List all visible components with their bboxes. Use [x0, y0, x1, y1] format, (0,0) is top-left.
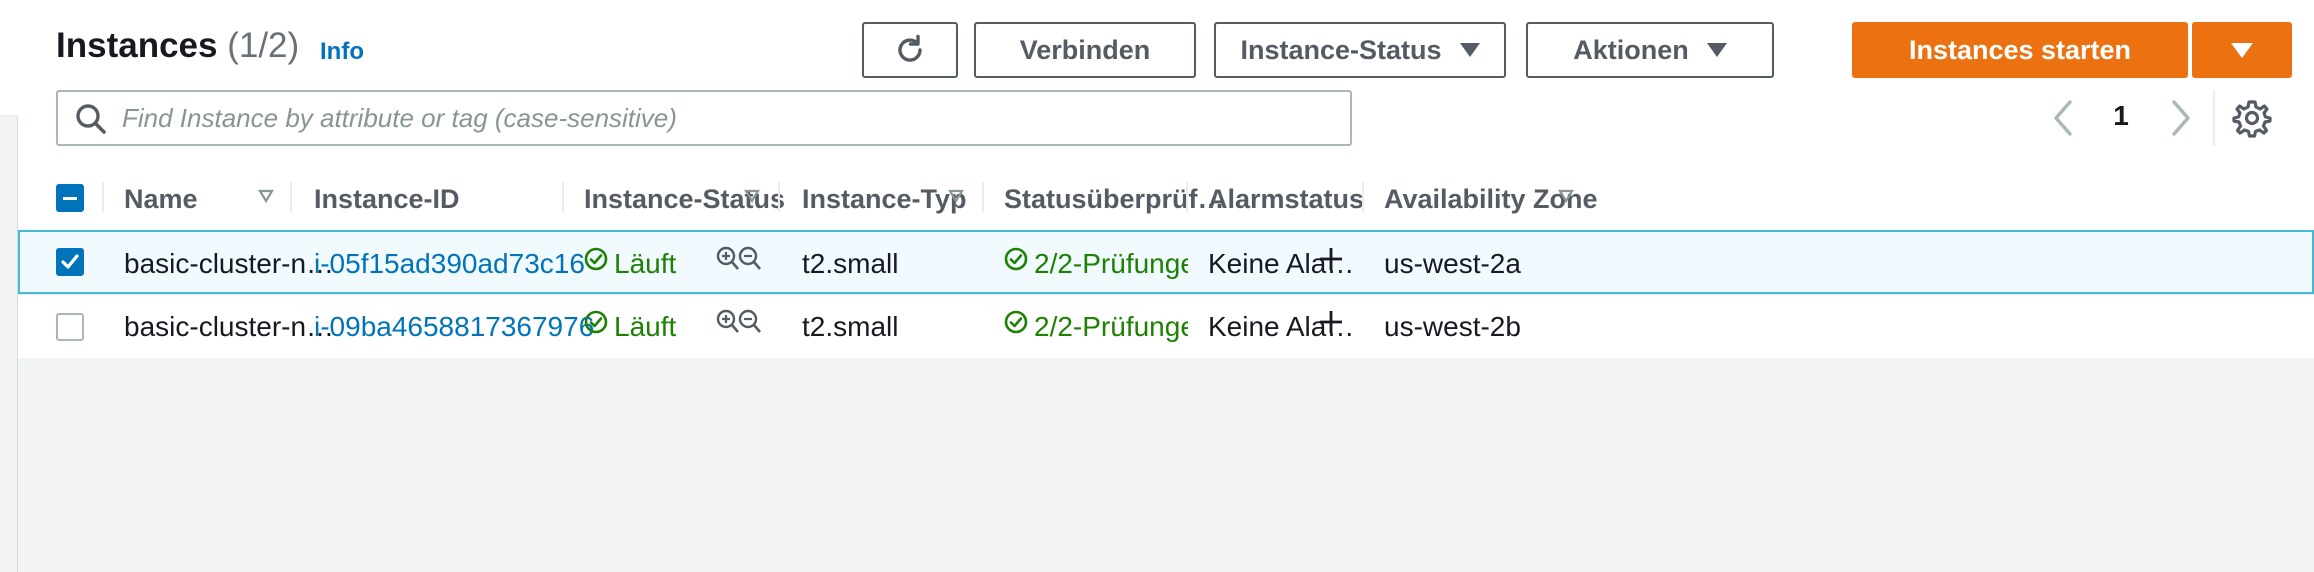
page-number[interactable]: 1	[2108, 100, 2134, 132]
add-alarm-icon[interactable]	[1318, 246, 1344, 272]
column-divider	[778, 182, 780, 212]
caret-down-icon	[2231, 42, 2253, 58]
column-divider	[562, 182, 564, 212]
info-link[interactable]: Info	[320, 38, 364, 66]
actions-label: Aktionen	[1573, 34, 1689, 65]
search-icon	[76, 104, 106, 134]
launch-instances-label: Instances starten	[1908, 34, 2132, 65]
column-header-name[interactable]: Name	[124, 184, 198, 215]
instances-table-container: Instances (1/2) Info Verbinden Instance-…	[18, 0, 2314, 358]
caret-down-icon	[1459, 43, 1480, 57]
refresh-button[interactable]	[862, 22, 958, 78]
column-header-instance-id[interactable]: Instance-ID	[314, 184, 460, 215]
column-divider	[982, 182, 984, 212]
sort-icon[interactable]	[258, 188, 274, 204]
cell-status-check[interactable]: 2/2-Prüfungen be	[1034, 311, 1188, 343]
search-input[interactable]	[122, 98, 1332, 138]
instance-state-label: Instance-Status	[1240, 34, 1442, 65]
page-title: Instances (1/2)	[56, 26, 299, 66]
zoom-in-icon[interactable]	[716, 309, 740, 335]
cell-instance-type: t2.small	[802, 248, 899, 279]
cell-instance-type: t2.small	[802, 311, 899, 342]
select-all-checkbox[interactable]	[56, 184, 84, 212]
column-header-status-check[interactable]: Statusüberprüf…	[1004, 184, 1225, 215]
actions-dropdown[interactable]: Aktionen	[1526, 22, 1774, 78]
cell-availability-zone: us-west-2a	[1384, 248, 1521, 279]
column-header-instance-type[interactable]: Instance-Typ	[802, 184, 967, 215]
selection-count: (1/2)	[227, 26, 300, 65]
table-row[interactable]: basic-cluster-n… i-09ba4658817367976 Läu…	[18, 294, 2314, 358]
column-divider	[1186, 182, 1188, 212]
table-header: Name Instance-ID Instance-Status Instanc…	[18, 170, 2314, 226]
column-divider	[1362, 182, 1364, 212]
caret-down-icon	[1706, 43, 1727, 57]
sort-icon[interactable]	[744, 188, 760, 204]
pagination-divider	[2213, 90, 2215, 146]
sort-icon[interactable]	[948, 188, 964, 204]
instance-id-link[interactable]: i-09ba4658817367976	[314, 311, 594, 343]
add-alarm-icon[interactable]	[1318, 309, 1344, 335]
instances-panel: Instances (1/2) Info Verbinden Instance-…	[18, 0, 2314, 572]
launch-options-dropdown[interactable]	[2192, 22, 2292, 78]
success-check-icon	[1004, 310, 1028, 334]
left-panel-cap	[0, 0, 18, 116]
previous-page-button[interactable]	[2048, 96, 2078, 140]
instance-id-link[interactable]: i-05f15ad390ad73c16	[314, 248, 585, 280]
next-page-button[interactable]	[2166, 96, 2196, 140]
column-divider	[290, 182, 292, 212]
refresh-icon	[898, 34, 922, 62]
connect-button[interactable]: Verbinden	[974, 22, 1196, 78]
success-check-icon	[1004, 247, 1028, 271]
cell-name: basic-cluster-n…	[124, 311, 335, 342]
zoom-out-icon[interactable]	[738, 309, 762, 335]
left-panel-edge	[0, 0, 18, 572]
sort-icon[interactable]	[1558, 188, 1574, 204]
launch-instances-button[interactable]: Instances starten	[1852, 22, 2188, 78]
success-check-icon	[584, 310, 608, 334]
cell-status-check[interactable]: 2/2-Prüfungen be	[1034, 248, 1188, 280]
cell-instance-state: Läuft	[614, 248, 677, 279]
cell-instance-state: Läuft	[614, 311, 677, 342]
cell-availability-zone: us-west-2b	[1384, 311, 1521, 342]
column-divider	[102, 182, 104, 212]
gear-icon[interactable]	[2232, 98, 2272, 138]
success-check-icon	[584, 247, 608, 271]
page-title-text: Instances	[56, 26, 218, 65]
row-checkbox[interactable]	[56, 313, 84, 341]
column-header-alarm-status[interactable]: Alarmstatus	[1208, 184, 1364, 215]
cell-name: basic-cluster-n…	[124, 248, 335, 279]
table-row[interactable]: basic-cluster-n… i-05f15ad390ad73c16 Läu…	[18, 230, 2314, 294]
search-box	[56, 90, 1352, 146]
check-icon	[61, 254, 79, 269]
zoom-in-icon[interactable]	[716, 246, 740, 272]
indeterminate-icon	[63, 197, 77, 200]
zoom-out-icon[interactable]	[738, 246, 762, 272]
connect-label: Verbinden	[1019, 34, 1151, 65]
row-checkbox[interactable]	[56, 248, 84, 276]
instance-state-dropdown[interactable]: Instance-Status	[1214, 22, 1506, 78]
